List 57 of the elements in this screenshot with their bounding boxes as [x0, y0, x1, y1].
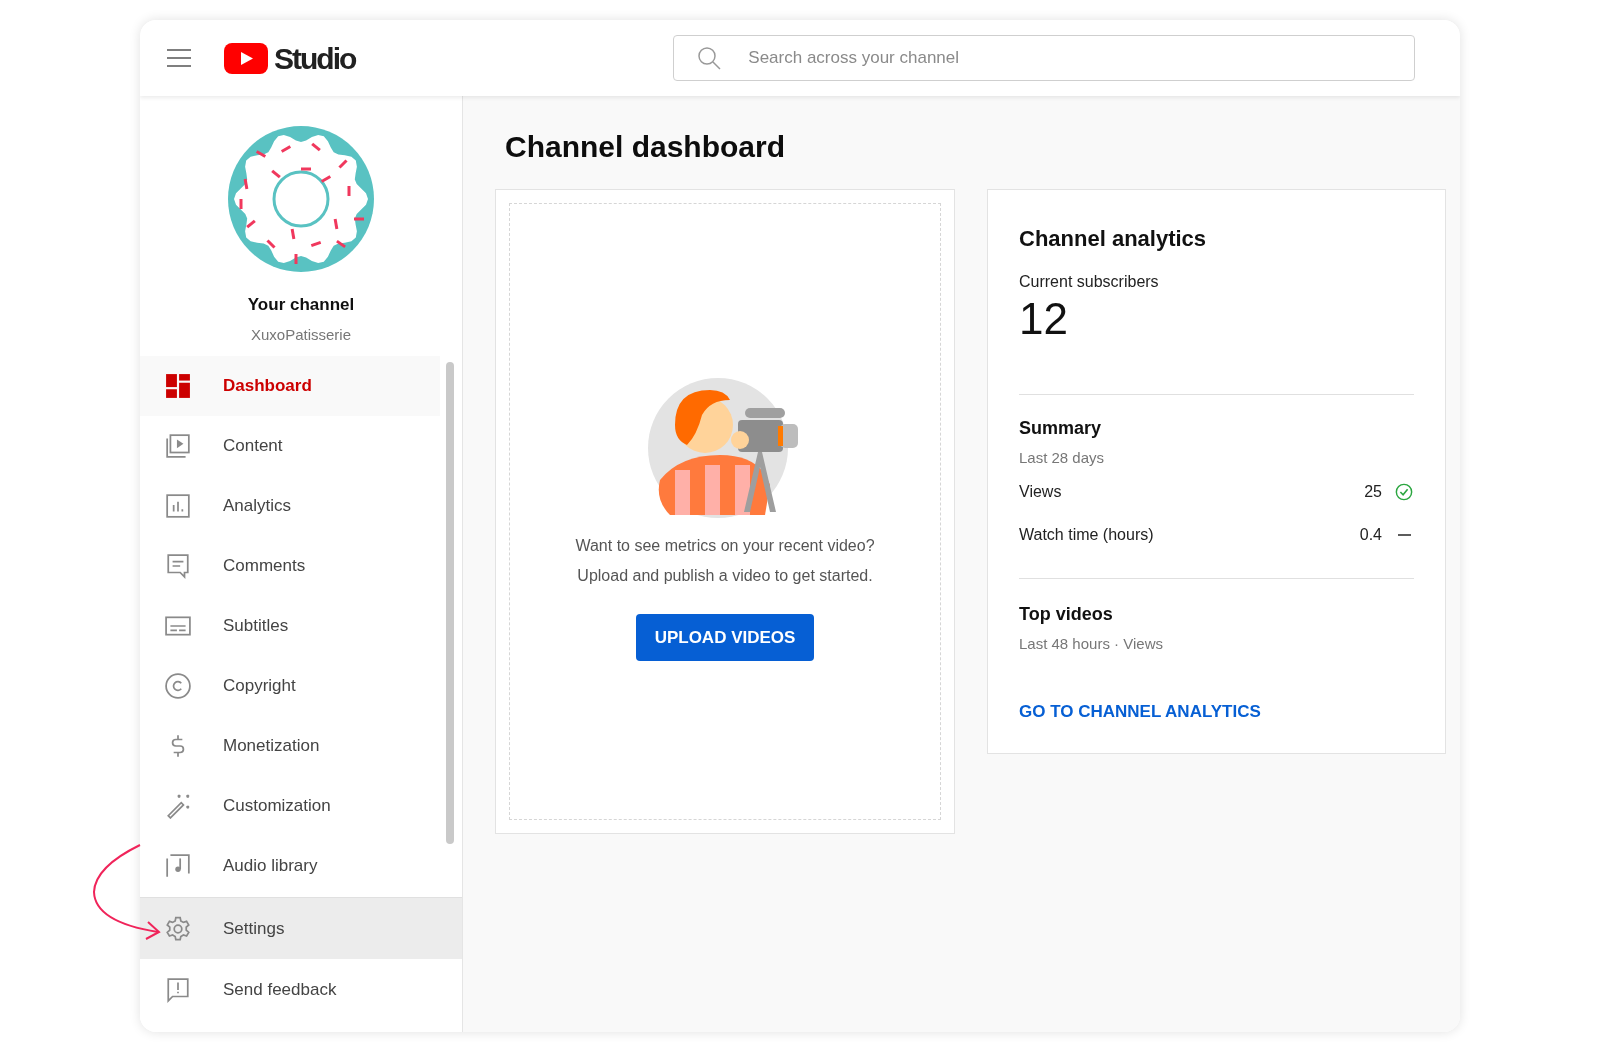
section-title: Top videos: [1019, 602, 1114, 626]
comment-icon: [165, 553, 191, 579]
copyright-icon: [165, 673, 191, 699]
dashboard-icon: [165, 373, 191, 399]
sidebar-item[interactable]: Comments: [140, 536, 440, 596]
metric-label: Watch time (hours): [1019, 525, 1155, 545]
subscriber-count: 12: [1019, 294, 1069, 344]
settings-icon: [165, 915, 191, 942]
logo-text: Studio: [274, 40, 356, 77]
sidebar-label: Send feedback: [223, 978, 337, 1001]
section-title: Summary: [1019, 417, 1103, 440]
sidebar-item[interactable]: Analytics: [140, 476, 440, 536]
sidebar-item[interactable]: Customization: [140, 776, 440, 836]
sidebar-label: Monetization: [223, 735, 320, 758]
subtitles-icon: [165, 613, 191, 639]
page-title: Channel dashboard: [505, 129, 787, 165]
menu-icon[interactable]: [167, 49, 191, 67]
sidebar-label: Content: [223, 435, 283, 458]
video-stack-icon: [165, 433, 191, 459]
sidebar-label: Customization: [223, 795, 331, 818]
metric-value: 25: [1364, 482, 1382, 502]
bar-chart-icon: [165, 493, 191, 519]
sidebar-item[interactable]: Audio library: [140, 836, 440, 896]
channel-handle: XuxoPatisserie: [250, 324, 352, 345]
empty-state-text: Want to see metrics on your recent video?: [575, 536, 875, 556]
empty-state-text: Upload and publish a video to get started.: [577, 566, 873, 586]
sidebar-item[interactable]: Dashboard: [140, 356, 440, 416]
sidebar-item[interactable]: Settings: [140, 898, 462, 959]
sidebar-label: Settings: [223, 917, 285, 940]
music-note-icon: [165, 853, 191, 879]
upload-button[interactable]: UPLOAD VIDEOS: [636, 614, 814, 661]
section-subtitle: Last 48 hours · Views: [1019, 633, 1164, 654]
scrollbar[interactable]: [446, 362, 454, 844]
metric-label: Views: [1019, 482, 1063, 502]
card-title: Channel analytics: [1019, 225, 1208, 253]
play-logo-icon: [224, 42, 268, 74]
subscribers-label: Current subscribers: [1019, 272, 1160, 292]
sidebar-label: Copyright: [223, 675, 296, 698]
sidebar-item[interactable]: Monetization: [140, 716, 440, 776]
analytics-link[interactable]: GO TO CHANNEL ANALYTICS: [1019, 699, 1414, 725]
search-field[interactable]: Search across your channel: [673, 35, 1416, 81]
check-circle-icon: [1395, 483, 1413, 501]
sidebar-label: Subtitles: [223, 615, 289, 638]
dash-icon: [1397, 534, 1411, 536]
magic-wand-icon: [165, 793, 191, 819]
sidebar-label: Analytics: [223, 495, 292, 518]
metric-value: 0.4: [1359, 525, 1382, 545]
search-icon: [697, 46, 722, 70]
sidebar-item[interactable]: Subtitles: [140, 596, 440, 656]
section-subtitle: Last 28 days: [1019, 448, 1106, 468]
sidebar-label: Audio library: [223, 855, 318, 878]
sidebar-item[interactable]: Content: [140, 416, 440, 476]
sidebar-label: Dashboard: [223, 375, 312, 398]
sidebar-item[interactable]: Copyright: [140, 656, 440, 716]
sidebar-label: Comments: [223, 555, 306, 578]
channel-name: Your channel: [247, 294, 355, 316]
feedback-icon: [165, 976, 191, 1003]
